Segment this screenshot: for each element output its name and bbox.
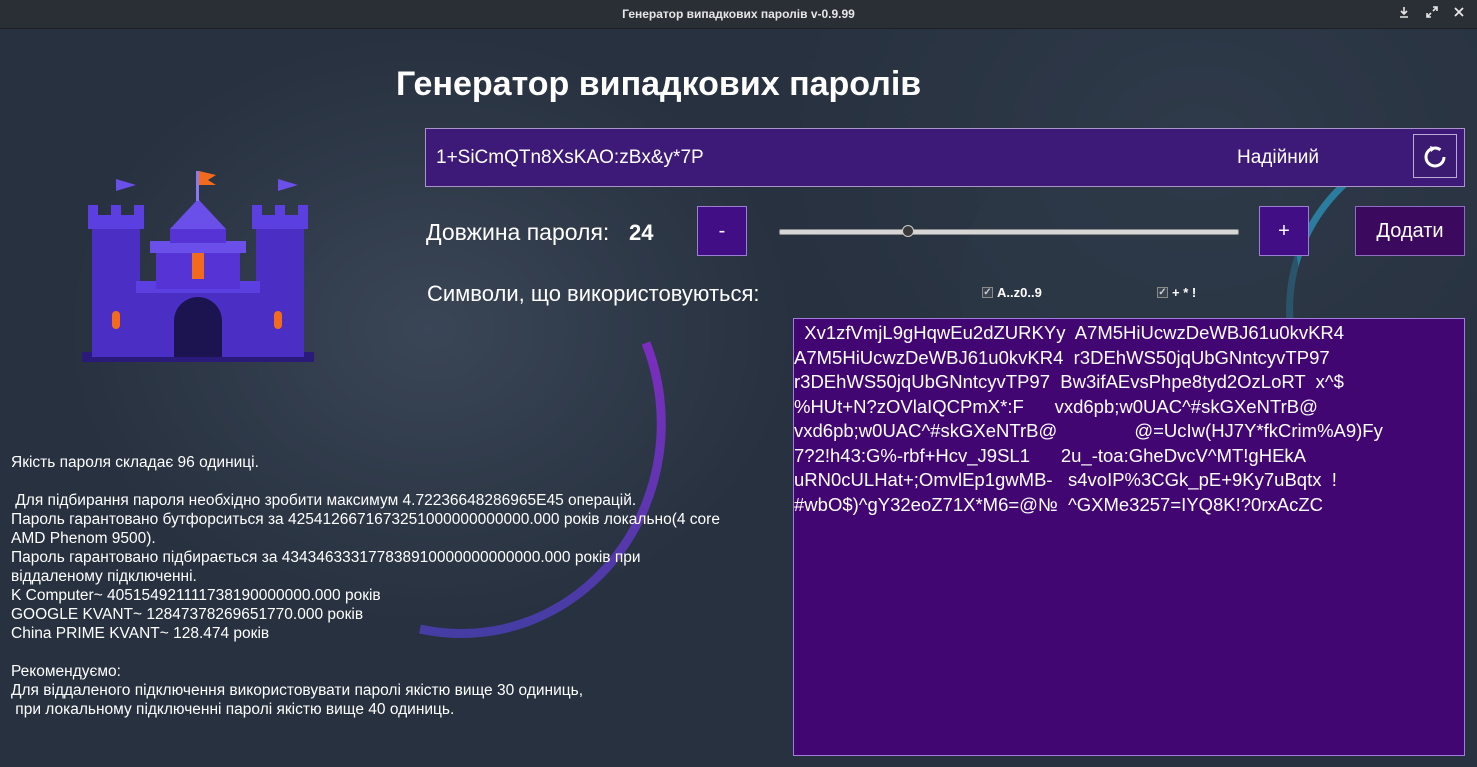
password-quality-info: Якість пароля складає 96 одиниці. Для пі… (11, 453, 791, 719)
checkbox-check-icon: ✓ (1157, 287, 1168, 298)
app-window: Генератор випадкових паролів 1+SiCmQTn8X… (0, 29, 1477, 767)
info-line: K Computer~ 405154921111738190000000.000… (11, 587, 381, 604)
symbols-label: Символи, що використовуються: (427, 281, 760, 306)
length-label: Довжина пароля: (426, 219, 610, 245)
info-line: China PRIME KVANT~ 128.474 років (11, 625, 270, 642)
output-line: Xv1zfVmjL9gHqwEu2dZURKYy A7M5HiUcwzDeWBJ… (794, 322, 1345, 343)
output-line: uRN0cULHat+;OmvlEp1gwMB- s4voIP%3CGk_pE+… (794, 469, 1337, 490)
alphanumeric-checkbox-label: A..z0..9 (997, 285, 1042, 300)
output-line: %HUt+N?zOVlaIQCPmX*:F vxd6pb;w0UAC^#skGX… (794, 395, 1318, 417)
info-line: Пароль гарантовано бутфорситься за 42541… (11, 511, 720, 528)
generated-passwords-textarea[interactable]: Xv1zfVmjL9gHqwEu2dZURKYy A7M5HiUcwzDeWBJ… (793, 318, 1465, 756)
decrease-length-button[interactable]: - (697, 206, 747, 256)
maximize-icon[interactable] (1423, 5, 1441, 23)
download-icon[interactable] (1395, 5, 1413, 23)
info-line (11, 472, 791, 491)
password-display: 1+SiCmQTn8XsKAO:zBx&y*7P Надійний (425, 128, 1465, 187)
special-chars-checkbox-label: + * ! (1172, 285, 1197, 300)
output-line: vxd6pb;w0UAC^#skGXeNTrB@ @=UcIw(HJ7Y*fkC… (794, 420, 1383, 441)
page-title: Генератор випадкових паролів (396, 65, 922, 103)
add-button[interactable]: Додати (1355, 206, 1465, 256)
alphanumeric-checkbox[interactable]: ✓ A..z0..9 (982, 285, 1042, 300)
info-line: Якість пароля складає 96 одиниці. (11, 454, 259, 471)
increase-length-button[interactable]: + (1259, 206, 1309, 256)
password-value[interactable]: 1+SiCmQTn8XsKAO:zBx&y*7P (436, 147, 704, 169)
info-line: віддаленому підключенні. (11, 568, 197, 585)
output-line: 7?2!h43:G%-rbf+Hcv_J9SL1 2u_-toa:GheDvcV… (794, 444, 1307, 466)
info-line: AMD Phenom 9500). (11, 530, 156, 547)
output-line: #wbO$)^gY32eoZ71X*M6=@№ ^GXMe3257=IYQ8K!… (794, 493, 1324, 515)
password-strength: Надійний (1237, 147, 1319, 168)
info-line: при локальному підключенні паролі якістю… (11, 701, 455, 718)
length-slider-handle[interactable] (901, 225, 914, 237)
length-value: 24 (629, 220, 654, 245)
info-line: Для підбирання пароля необхідно зробити … (11, 492, 637, 509)
length-slider[interactable] (779, 229, 1239, 235)
castle-icon (82, 171, 314, 362)
refresh-icon (1424, 146, 1446, 168)
info-line: Для віддаленого підключення використовув… (11, 682, 583, 699)
window-title: Генератор випадкових паролів v-0.9.99 (622, 7, 855, 21)
info-line (11, 643, 791, 662)
checkbox-check-icon: ✓ (982, 287, 993, 298)
info-line: Рекомендуємо: (11, 663, 121, 680)
regenerate-button[interactable] (1413, 134, 1457, 178)
info-line: GOOGLE KVANT~ 12847378269651770.000 рокі… (11, 606, 364, 623)
special-chars-checkbox[interactable]: ✓ + * ! (1157, 285, 1196, 300)
info-line: Пароль гарантовано підбирається за 43434… (11, 549, 641, 566)
output-line: A7M5HiUcwzDeWBJ61u0kvKR4 r3DEhWS50jqUbGN… (794, 346, 1330, 368)
title-bar: Генератор випадкових паролів v-0.9.99 (0, 0, 1477, 29)
output-line: r3DEhWS50jqUbGNntcyvTP97 Bw3ifAEvsPhpe8t… (794, 371, 1344, 392)
close-icon[interactable] (1450, 5, 1468, 23)
